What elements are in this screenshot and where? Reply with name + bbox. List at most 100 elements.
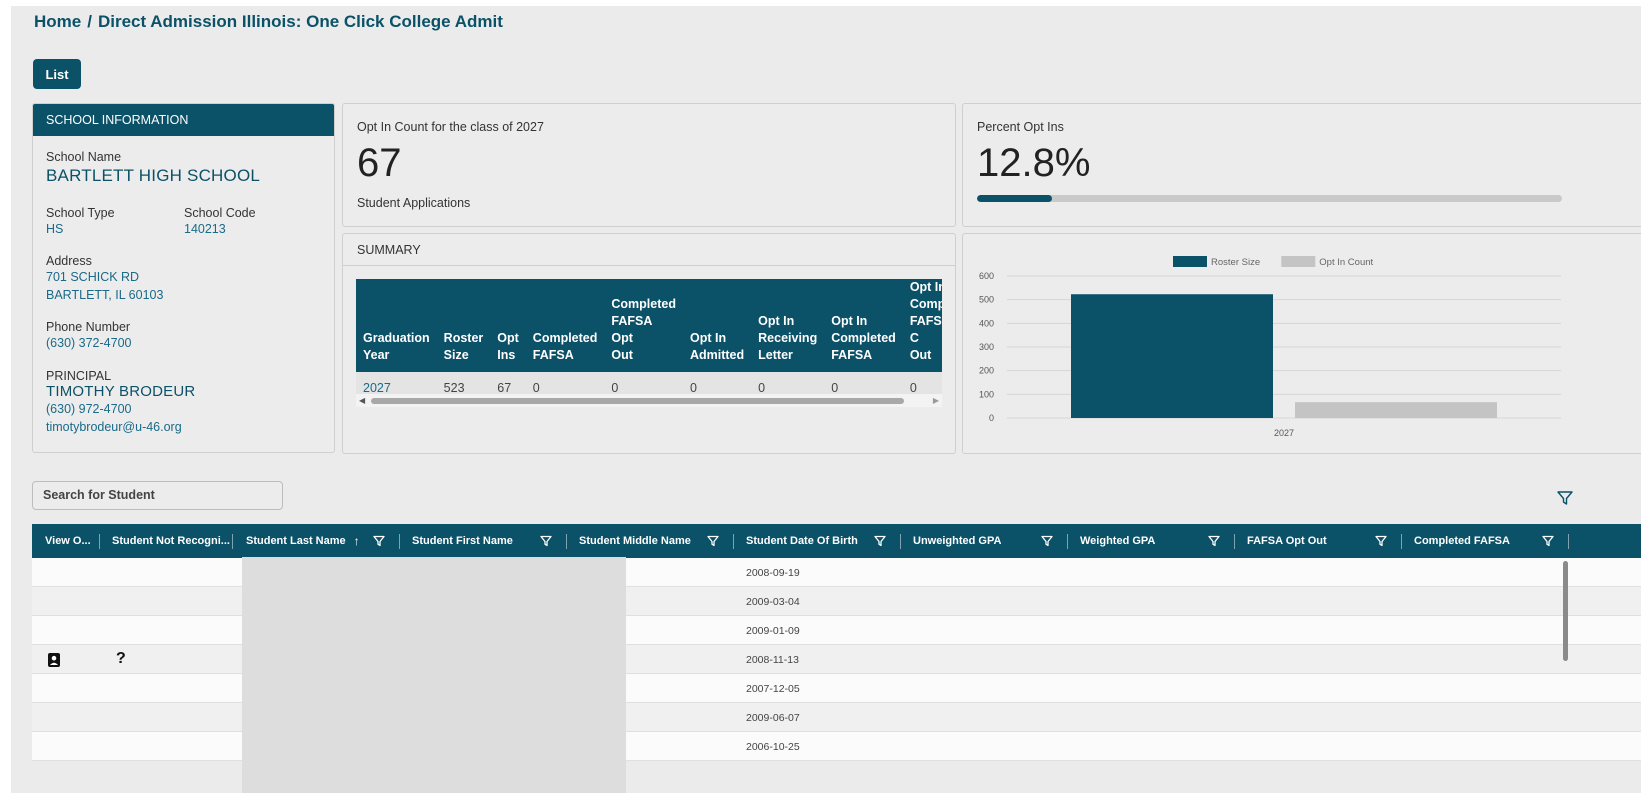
- grid-vertical-scrollbar[interactable]: [1563, 561, 1568, 661]
- date-of-birth-cell: 2009-03-04: [746, 596, 800, 608]
- summary-header-text: Completed: [831, 331, 896, 345]
- filter-icon[interactable]: [1375, 535, 1387, 547]
- summary-column-header: Completed FAFSA Opt Out: [604, 279, 683, 372]
- summary-card: SUMMARY Graduation Year Roster Size Opt Ins Co…: [342, 233, 956, 454]
- school-code-label: School Code: [184, 206, 256, 220]
- summary-header-text: Year: [363, 348, 390, 362]
- address-line-1: 701 SCHICK RD: [46, 270, 140, 284]
- summary-header-text: FAFSA: [532, 348, 574, 362]
- y-tick-label: 400: [979, 318, 994, 328]
- summary-header-text: Completed: [611, 297, 676, 311]
- summary-header-text: Comple: [909, 297, 942, 311]
- summary-header-text: Opt: [497, 331, 519, 345]
- principal-phone: (630) 972-4700: [46, 402, 132, 416]
- list-button[interactable]: List: [33, 59, 81, 89]
- column-header[interactable]: Student Not Recogni...: [112, 524, 230, 558]
- summary-header-text: Roster: [443, 331, 484, 345]
- summary-column-header: Completed FAFSA: [525, 279, 605, 372]
- principal-name: TIMOTHY BRODEUR: [46, 383, 196, 400]
- column-divider[interactable]: [1568, 534, 1569, 549]
- filter-icon[interactable]: [874, 535, 886, 547]
- column-header-label: Student Last Name: [246, 535, 346, 547]
- y-tick-label: 100: [979, 389, 994, 399]
- column-divider[interactable]: [733, 534, 734, 549]
- summary-header-text: Opt In: [831, 314, 868, 328]
- column-header-label: Student Not Recogni...: [112, 535, 230, 547]
- column-header-label: Weighted GPA: [1080, 535, 1156, 547]
- summary-column-header: Graduation Year: [356, 279, 437, 372]
- column-divider[interactable]: [232, 534, 233, 549]
- filter-icon[interactable]: [1542, 535, 1554, 547]
- address-line-2: BARTLETT, IL 60103: [46, 288, 164, 302]
- column-header[interactable]: Unweighted GPA: [913, 524, 1001, 558]
- opt-in-count-card: Opt In Count for the class of 2027 67 St…: [342, 103, 956, 227]
- summary-header-text: FAFSA C: [909, 314, 942, 345]
- summary-column-header: Opt In Completed FAFSA: [824, 279, 903, 372]
- column-header[interactable]: Student Last Name ↑: [246, 524, 360, 558]
- y-tick-label: 600: [979, 271, 994, 281]
- school-name-label: School Name: [46, 150, 122, 164]
- column-divider[interactable]: [1067, 534, 1068, 549]
- bar-opt-in-count: [1295, 402, 1497, 418]
- redacted-name-region: [242, 557, 626, 793]
- column-header[interactable]: FAFSA Opt Out: [1247, 524, 1327, 558]
- y-tick-label: 0: [989, 413, 994, 423]
- opt-in-count-subtitle: Student Applications: [357, 196, 471, 210]
- school-information-card: SCHOOL INFORMATION School Name BARTLETT …: [32, 103, 335, 453]
- page: Home / Direct Admission Illinois: One Clic…: [11, 6, 1641, 793]
- column-divider[interactable]: [900, 534, 901, 549]
- filter-icon[interactable]: [540, 535, 552, 547]
- breadcrumb-home-link[interactable]: Home: [34, 12, 81, 31]
- arrow-up-icon[interactable]: ↑: [354, 534, 360, 548]
- summary-header-text: Admitted: [689, 348, 745, 362]
- column-divider[interactable]: [99, 534, 100, 549]
- column-header[interactable]: Weighted GPA: [1080, 524, 1155, 558]
- address-label: Address: [46, 254, 92, 268]
- column-divider[interactable]: [1234, 534, 1235, 549]
- filter-icon[interactable]: [1557, 490, 1573, 506]
- school-name: BARTLETT HIGH SCHOOL: [46, 166, 261, 185]
- filter-icon[interactable]: [373, 535, 385, 547]
- summary-header-text: Opt In: [758, 314, 795, 328]
- school-type: HS: [46, 222, 64, 236]
- column-divider[interactable]: [399, 534, 400, 549]
- date-of-birth-cell: 2009-01-09: [746, 625, 800, 637]
- column-header[interactable]: Student First Name: [412, 524, 513, 558]
- scroll-left-arrow-icon[interactable]: ◀: [359, 396, 365, 405]
- summary-column-header: Opt In Admitted: [682, 279, 752, 372]
- summary-header-text: Out: [611, 348, 633, 362]
- profile-icon[interactable]: [47, 652, 61, 668]
- date-of-birth-cell: 2007-12-05: [746, 683, 800, 695]
- summary-table-container[interactable]: Graduation Year Roster Size Opt Ins Completed F…: [356, 279, 942, 407]
- summary-horizontal-scrollbar[interactable]: ◀ ▶: [356, 394, 942, 407]
- legend-label: Opt In Count: [1319, 257, 1373, 268]
- school-information-header: SCHOOL INFORMATION: [33, 104, 334, 136]
- column-divider[interactable]: [566, 534, 567, 549]
- column-header[interactable]: Student Date Of Birth: [746, 524, 858, 558]
- summary-header-text: FAFSA Opt: [611, 314, 652, 345]
- scroll-right-arrow-icon[interactable]: ▶: [933, 396, 939, 405]
- summary-header-text: FAFSA: [831, 348, 873, 362]
- filter-icon[interactable]: [707, 535, 719, 547]
- x-tick-label: 2027: [1274, 428, 1294, 438]
- column-header[interactable]: Student Middle Name: [579, 524, 691, 558]
- scrollbar-thumb[interactable]: [371, 398, 904, 404]
- principal-label: PRINCIPAL: [46, 369, 112, 383]
- search-student-input[interactable]: Search for Student: [32, 481, 283, 510]
- roster-chart: 0 100 200 300 400 500 600 2027 Roster Size Opt In…: [979, 256, 1561, 438]
- column-header-label: Completed FAFSA: [1414, 535, 1510, 547]
- school-type-label: School Type: [46, 206, 115, 220]
- filter-icon[interactable]: [1208, 535, 1220, 547]
- column-header[interactable]: Completed FAFSA: [1414, 524, 1510, 558]
- date-of-birth-cell: 2008-11-13: [746, 654, 799, 666]
- column-header-label: Unweighted GPA: [913, 535, 1002, 547]
- not-recognized-question-icon[interactable]: ?: [116, 650, 126, 668]
- filter-icon[interactable]: [1041, 535, 1053, 547]
- phone-number: (630) 372-4700: [46, 336, 132, 350]
- column-header[interactable]: View O...: [45, 524, 91, 558]
- column-divider[interactable]: [1401, 534, 1402, 549]
- principal-email: timotybrodeur@u-46.org: [46, 420, 182, 434]
- roster-chart-card: 0 100 200 300 400 500 600 2027 Roster Size Opt In…: [962, 233, 1641, 454]
- legend-swatch: [1281, 256, 1316, 267]
- summary-table: Graduation Year Roster Size Opt Ins Completed F…: [356, 279, 942, 404]
